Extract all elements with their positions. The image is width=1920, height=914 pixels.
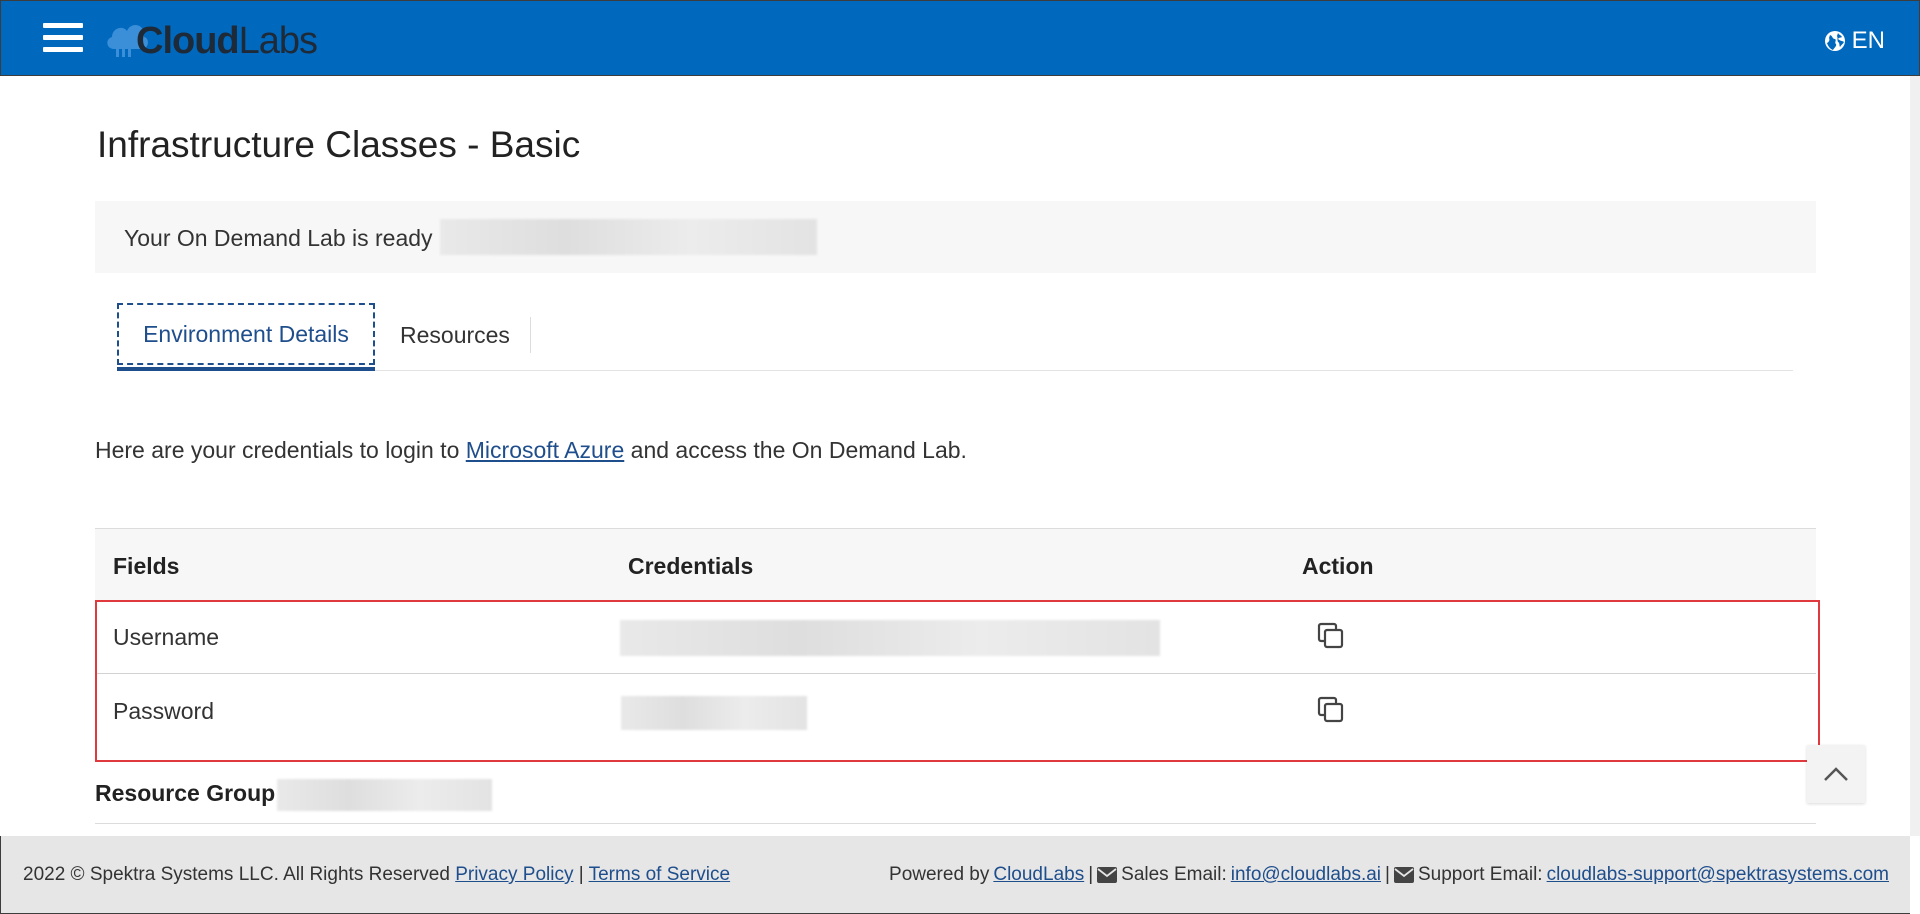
copy-icon[interactable]: [1316, 621, 1346, 651]
footer-right: Powered by CloudLabs | Sales Email: info…: [889, 864, 1889, 886]
credentials-table: Fields Credentials Action Username Passw…: [95, 528, 1816, 748]
cloudlabs-link[interactable]: CloudLabs: [993, 864, 1084, 886]
resource-group-label: Resource Group :: [95, 780, 290, 806]
field-username-label: Username: [113, 624, 220, 650]
header-action: Action: [1302, 553, 1374, 579]
lab-ready-banner: Your On Demand Lab is ready: [95, 201, 1816, 273]
support-email-link[interactable]: cloudlabs-support@spektrasystems.com: [1547, 864, 1889, 886]
copy-icon[interactable]: [1316, 695, 1346, 725]
table-row-password: Password: [95, 674, 1816, 748]
password-redacted-value: [621, 696, 807, 730]
table-row-username: Username: [95, 600, 1816, 674]
microsoft-azure-link[interactable]: Microsoft Azure: [466, 437, 625, 463]
footer-separator: |: [1088, 864, 1094, 885]
language-label: EN: [1851, 27, 1885, 54]
back-to-top-button[interactable]: [1807, 745, 1865, 803]
hamburger-menu-icon[interactable]: [43, 23, 83, 55]
top-navigation-bar: CloudLabs EN: [0, 0, 1920, 76]
table-header: Fields Credentials Action: [95, 528, 1816, 600]
tab-resources[interactable]: Resources: [400, 317, 531, 353]
privacy-policy-link[interactable]: Privacy Policy: [455, 864, 573, 885]
resource-group-redacted-value: [277, 779, 492, 811]
footer-left: 2022 © Spektra Systems LLC. All Rights R…: [23, 864, 730, 886]
logo-word-labs: Labs: [238, 20, 318, 62]
footer-separator: |: [1385, 864, 1390, 885]
page-scrollbar[interactable]: [1910, 76, 1920, 836]
support-email-label: Support Email:: [1417, 864, 1543, 885]
intro-text-before: Here are your credentials to login to: [95, 437, 466, 463]
logo-word-cloud: Cloud: [136, 20, 240, 62]
language-selector[interactable]: EN: [1824, 27, 1885, 55]
page-title: Infrastructure Classes - Basic: [97, 124, 581, 165]
credentials-intro: Here are your credentials to login to Mi…: [95, 437, 967, 464]
chevron-up-icon: [1824, 767, 1848, 781]
intro-text-after: and access the On Demand Lab.: [624, 437, 967, 463]
envelope-icon: [1393, 867, 1414, 883]
field-password-label: Password: [113, 698, 214, 724]
username-redacted-value: [620, 620, 1160, 656]
logo-wordmark: CloudLabs: [136, 20, 318, 62]
copyright-text: 2022 © Spektra Systems LLC. All Rights R…: [23, 864, 450, 885]
powered-by-text: Powered by: [889, 864, 990, 885]
sales-email-link[interactable]: info@cloudlabs.ai: [1231, 864, 1381, 886]
lab-ready-text: Your On Demand Lab is ready: [124, 225, 433, 251]
header-credentials: Credentials: [628, 553, 754, 579]
sales-email-label: Sales Email:: [1121, 864, 1227, 885]
globe-icon: [1824, 31, 1845, 51]
footer-separator: |: [578, 864, 584, 885]
tab-bar: Environment Details Resources: [117, 303, 1793, 371]
header-fields: Fields: [113, 553, 180, 579]
section-divider: [95, 823, 1816, 824]
tab-environment-details[interactable]: Environment Details: [117, 303, 375, 365]
lab-ready-redacted-value: [440, 219, 817, 255]
page-footer: 2022 © Spektra Systems LLC. All Rights R…: [0, 836, 1910, 914]
envelope-icon: [1097, 867, 1118, 883]
cloudlabs-logo[interactable]: CloudLabs: [104, 15, 334, 63]
terms-of-service-link[interactable]: Terms of Service: [589, 864, 730, 885]
active-tab-indicator: [117, 367, 375, 371]
